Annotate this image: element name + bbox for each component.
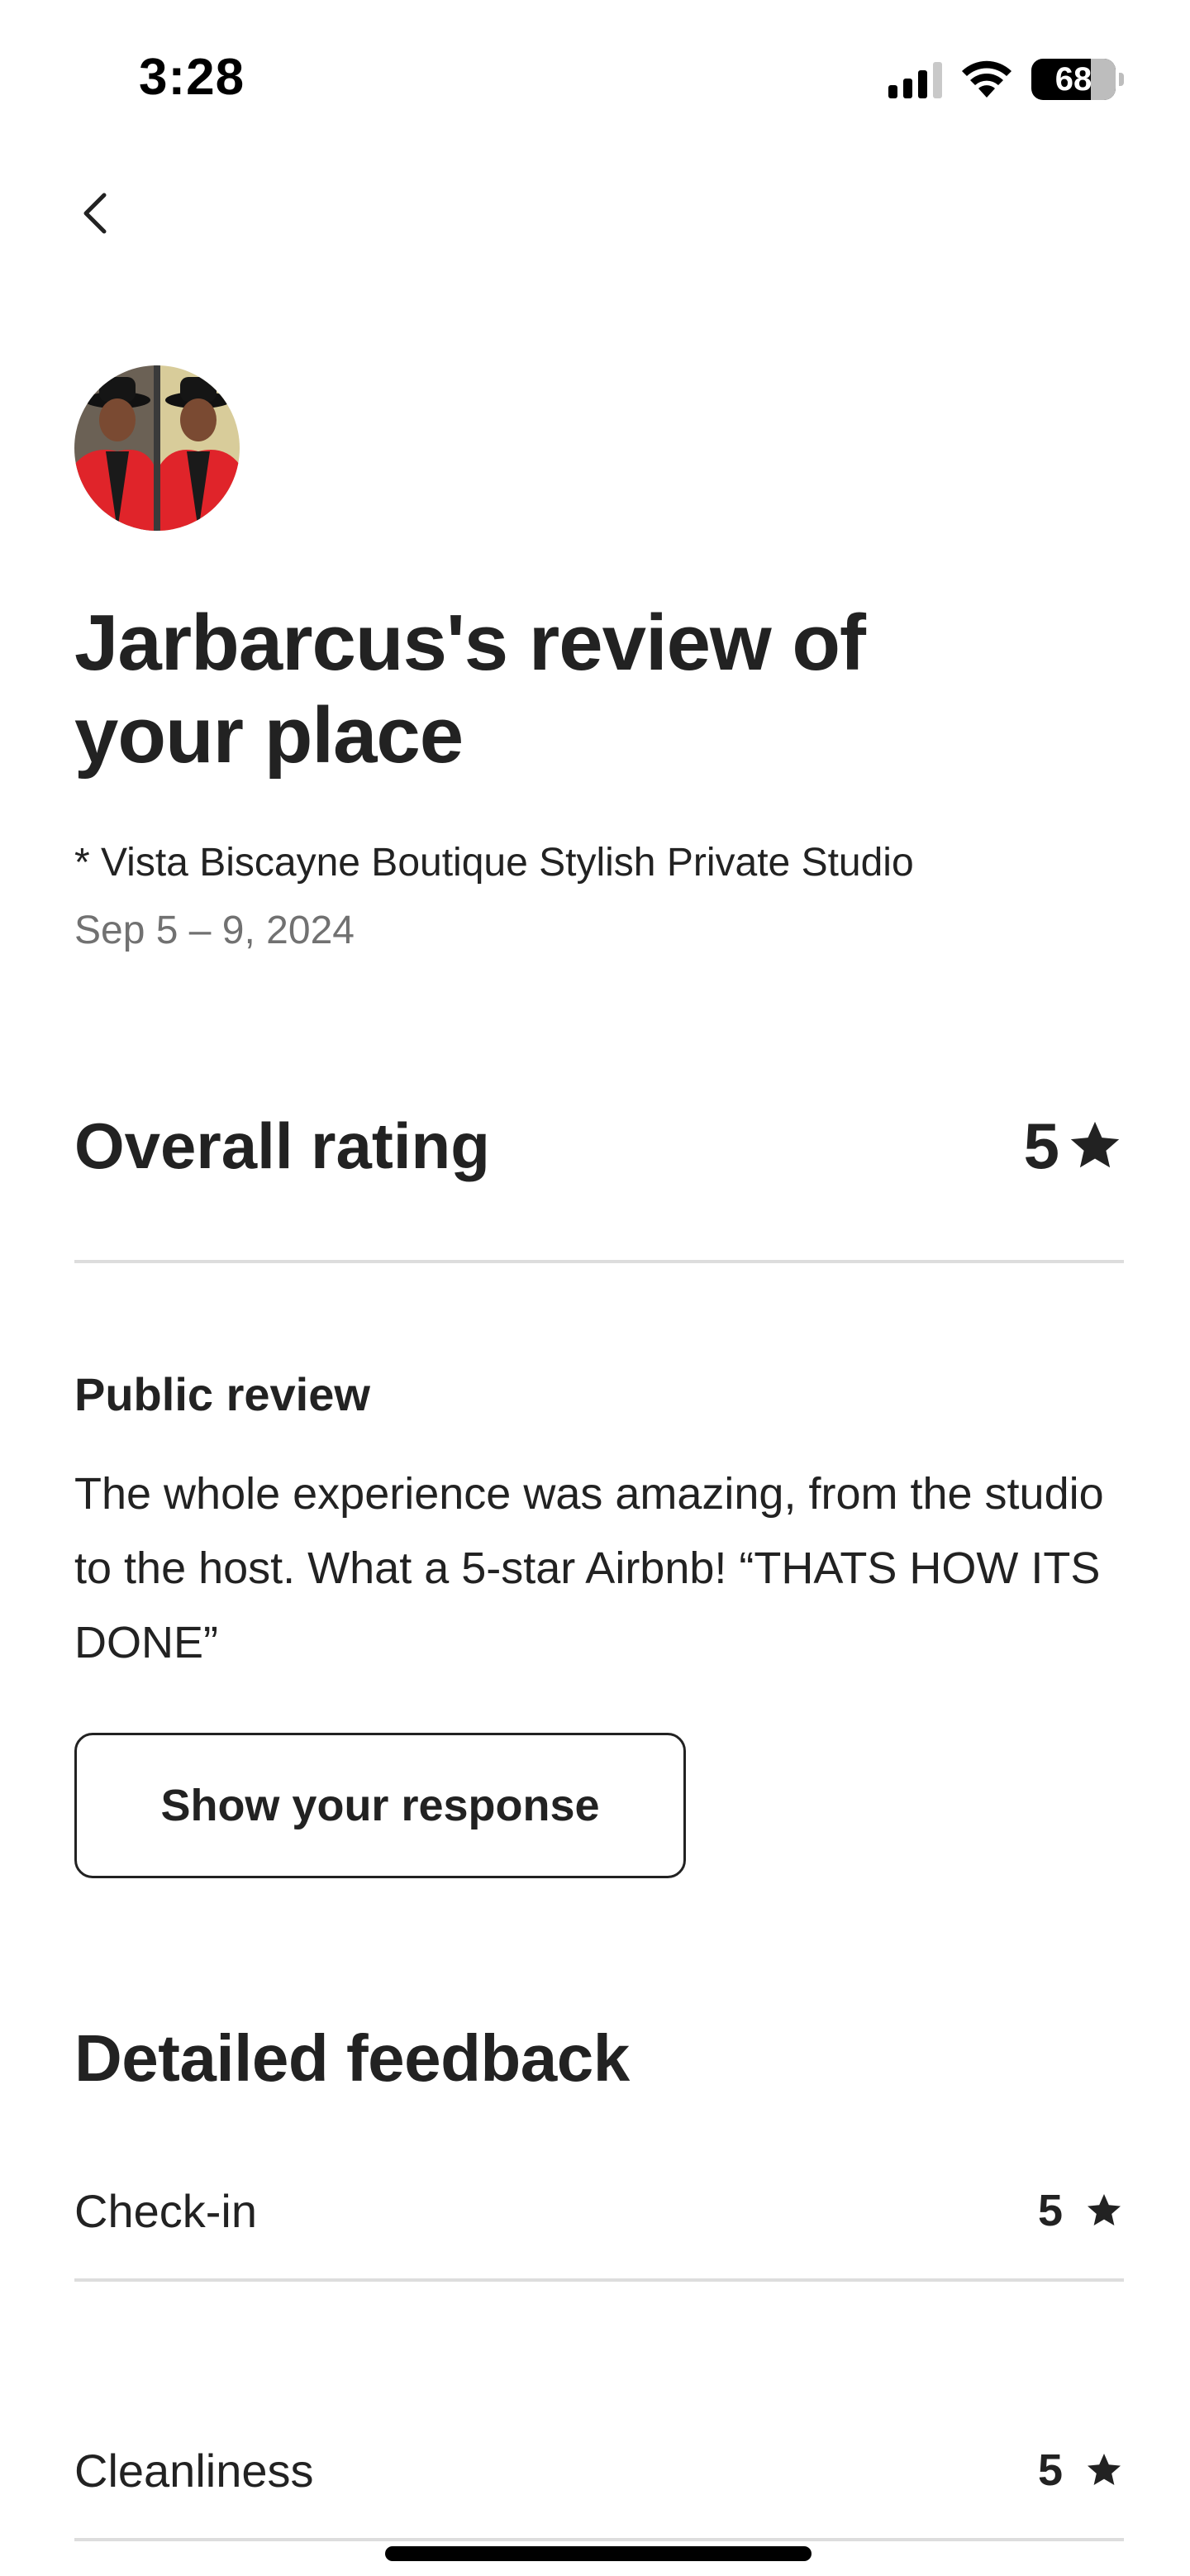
divider [74, 2538, 1124, 2541]
feedback-label: Check-in [74, 2184, 257, 2237]
back-button[interactable] [69, 187, 122, 240]
chevron-left-icon [83, 193, 107, 234]
overall-rating-row: Overall rating 5 [74, 1104, 1124, 1187]
home-indicator[interactable] [385, 2546, 812, 2561]
battery-level: 68 [1054, 60, 1092, 98]
overall-rating-label: Overall rating [74, 1109, 490, 1182]
status-time: 3:28 [139, 49, 245, 106]
star-icon [1070, 1121, 1120, 1168]
page-title: Jarbarcus's review of your place [74, 599, 866, 780]
star-icon [1088, 2194, 1121, 2225]
cellular-signal-icon [888, 60, 942, 98]
feedback-row-cleanliness: Cleanliness 5 [74, 2429, 1124, 2512]
feedback-value: 5 [1038, 2445, 1124, 2496]
reviewer-avatar[interactable] [74, 365, 240, 531]
wifi-icon [960, 60, 1013, 99]
feedback-label: Cleanliness [74, 2444, 314, 2497]
divider [74, 2278, 1124, 2282]
feedback-value: 5 [1038, 2185, 1124, 2236]
feedback-rating-number: 5 [1037, 2186, 1063, 2235]
stay-dates: Sep 5 – 9, 2024 [74, 909, 355, 952]
feedback-row-check-in: Check-in 5 [74, 2169, 1124, 2252]
overall-rating-value: 5 [1024, 1109, 1124, 1184]
overall-rating-number: 5 [1023, 1109, 1059, 1182]
battery-icon: 68 [1031, 59, 1124, 100]
star-icon [1088, 2454, 1121, 2485]
status-bar: 3:28 68 [0, 0, 1190, 149]
public-review-label: Public review [74, 1368, 370, 1420]
public-review-text: The whole experience was amazing, from t… [74, 1469, 1104, 1667]
feedback-rating-number: 5 [1037, 2445, 1063, 2495]
show-response-button[interactable]: Show your response [74, 1733, 686, 1878]
listing-name: * Vista Biscayne Boutique Stylish Privat… [74, 841, 914, 885]
detailed-feedback-heading: Detailed feedback [74, 2021, 630, 2095]
status-icons: 68 [888, 56, 1124, 103]
divider [74, 1260, 1124, 1263]
